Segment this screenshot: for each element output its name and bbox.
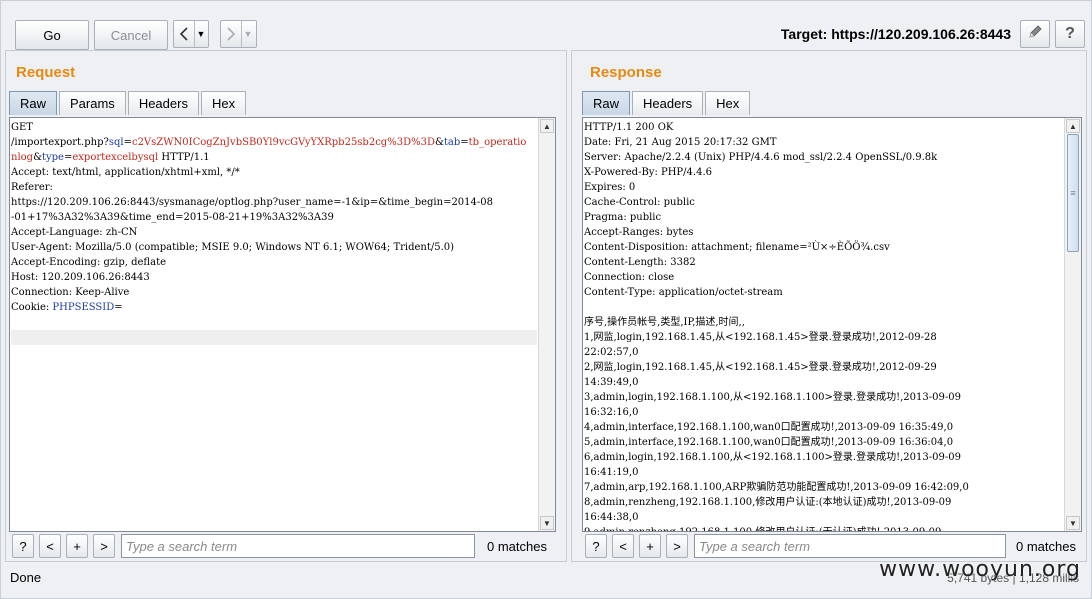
response-matches-count: 0 matches <box>1016 539 1076 554</box>
tab-hex[interactable]: Hex <box>200 91 247 115</box>
response-header-line: Pragma: public <box>584 212 662 223</box>
request-line: Accept: text/html, application/xhtml+xml… <box>11 167 240 178</box>
request-line: Connection: Keep-Alive <box>11 287 130 298</box>
response-panel: Response Raw Headers Hex HTTP/1.1 200 OK… <box>571 50 1087 562</box>
response-header-line: Accept-Ranges: bytes <box>584 227 694 238</box>
response-search-input[interactable] <box>694 534 1006 558</box>
response-header-line: Content-Type: application/octet-stream <box>584 287 783 298</box>
response-title: Response <box>590 64 662 81</box>
request-line: nlog&type=exportexcelbysql HTTP/1.1 <box>11 152 210 163</box>
response-header-line: Connection: close <box>584 272 675 283</box>
chevron-down-icon[interactable]: ▼ <box>241 21 254 47</box>
request-line: Accept-Encoding: gzip, deflate <box>11 257 167 268</box>
response-header-line: Content-Disposition: attachment; filenam… <box>584 242 890 253</box>
tab-raw[interactable]: Raw <box>9 91 58 115</box>
response-body-line: 3,admin,login,192.168.1.100,从<192.168.1.… <box>584 392 961 403</box>
scroll-down-icon[interactable]: ▼ <box>540 516 554 530</box>
scroll-up-icon[interactable]: ▲ <box>540 119 554 133</box>
scroll-down-icon[interactable]: ▼ <box>1066 516 1080 530</box>
search-add-button[interactable]: + <box>66 534 88 558</box>
response-body-line: 4,admin,interface,192.168.1.100,wan0口配置成… <box>584 422 954 433</box>
response-body-line: 8,admin,renzheng,192.168.1.100,修改用户认证:(本… <box>584 497 952 508</box>
request-line: User-Agent: Mozilla/5.0 (compatible; MSI… <box>11 242 455 253</box>
tab-hex[interactable]: Hex <box>705 91 751 115</box>
request-line: Cookie: PHPSESSID= <box>11 302 123 313</box>
chevron-down-icon[interactable]: ▼ <box>194 21 207 47</box>
back-button[interactable]: ▼ <box>173 20 209 48</box>
edit-target-button[interactable] <box>1020 20 1050 48</box>
pencil-icon <box>1027 24 1043 45</box>
target-label: Target: https://120.209.106.26:8443 <box>780 26 1011 42</box>
response-body-line: 9,admin,renzheng,192.168.1.100,修改用户认证:(无… <box>584 525 1063 531</box>
request-line: Host: 120.209.106.26:8443 <box>11 272 150 283</box>
response-header-line: Expires: 0 <box>584 182 636 193</box>
response-editor[interactable]: HTTP/1.1 200 OK Date: Fri, 21 Aug 2015 20… <box>582 117 1082 532</box>
response-header-line: X-Powered-By: PHP/4.4.6 <box>584 167 712 178</box>
request-line: Accept-Language: zh-CN <box>11 227 138 238</box>
search-prev-button[interactable]: < <box>39 534 61 558</box>
response-body-line: 1,网监,login,192.168.1.45,从<192.168.1.45>登… <box>584 332 937 343</box>
search-add-button[interactable]: + <box>639 534 661 558</box>
request-line: Referer: <box>11 182 53 193</box>
caret-line <box>11 330 537 345</box>
response-body-line: 16:41:19,0 <box>584 467 639 478</box>
response-body-line: 16:32:16,0 <box>584 407 639 418</box>
scroll-up-icon[interactable]: ▲ <box>1066 119 1080 133</box>
request-search-bar: ? < + > 0 matches <box>9 534 559 560</box>
chevron-left-icon <box>174 21 194 47</box>
scroll-thumb[interactable]: ≡ <box>1067 134 1079 252</box>
search-next-button[interactable]: > <box>93 534 115 558</box>
response-header-line: Date: Fri, 21 Aug 2015 20:17:32 GMT <box>584 137 777 148</box>
response-body-line: 16:44:38,0 <box>584 512 639 523</box>
response-text[interactable]: HTTP/1.1 200 OK Date: Fri, 21 Aug 2015 20… <box>583 118 1064 531</box>
tab-params[interactable]: Params <box>59 91 126 115</box>
response-body-line: 2,网监,login,192.168.1.45,从<192.168.1.45>登… <box>584 362 937 373</box>
request-tabs: Raw Params Headers Hex <box>9 91 248 115</box>
tab-headers[interactable]: Headers <box>632 91 704 115</box>
response-body-line: 14:39:49,0 <box>584 377 639 388</box>
watermark: www.wooyun.org <box>879 557 1081 582</box>
status-text: Done <box>10 570 42 585</box>
cancel-button[interactable]: Cancel <box>94 20 168 50</box>
help-button[interactable]: ? <box>1055 20 1085 48</box>
response-body-line: 7,admin,arp,192.168.1.100,ARP欺骗防范功能配置成功!… <box>584 482 969 493</box>
response-body-line: 5,admin,interface,192.168.1.100,wan0口配置成… <box>584 437 954 448</box>
search-help-button[interactable]: ? <box>12 534 34 558</box>
request-line: GET <box>11 122 33 133</box>
request-line: /importexport.php?sql=c2VsZWN0ICogZnJvbS… <box>11 137 527 148</box>
request-title: Request <box>16 64 76 81</box>
response-header-line: HTTP/1.1 200 OK <box>584 122 674 133</box>
response-tabs: Raw Headers Hex <box>582 91 752 115</box>
search-help-button[interactable]: ? <box>585 534 607 558</box>
request-line: https://120.209.106.26:8443/sysmanage/op… <box>11 197 494 208</box>
tab-raw[interactable]: Raw <box>582 91 631 115</box>
app-window: Go Cancel ▼ ▼ Target: https://120.209.10… <box>0 0 1092 599</box>
response-body-line: 序号,操作员帐号,类型,IP,描述,时间,, <box>584 317 745 328</box>
response-header-line: Server: Apache/2.2.4 (Unix) PHP/4.4.6 mo… <box>584 152 938 163</box>
response-header-line: Cache-Control: public <box>584 197 695 208</box>
request-panel: Request Raw Params Headers Hex GET/impor… <box>5 50 567 562</box>
search-prev-button[interactable]: < <box>612 534 634 558</box>
response-header-line: Content-Length: 3382 <box>584 257 696 268</box>
request-scrollbar[interactable]: ▲ ▼ <box>538 118 555 531</box>
request-editor[interactable]: GET/importexport.php?sql=c2VsZWN0ICogZnJ… <box>9 117 556 532</box>
go-button[interactable]: Go <box>15 20 89 50</box>
search-next-button[interactable]: > <box>666 534 688 558</box>
forward-button[interactable]: ▼ <box>220 20 257 48</box>
request-line: -01+17%3A32%3A39&time_end=2015-08-21+19%… <box>11 212 334 223</box>
chevron-right-icon <box>221 21 241 47</box>
request-matches-count: 0 matches <box>487 539 547 554</box>
request-text[interactable]: GET/importexport.php?sql=c2VsZWN0ICogZnJ… <box>10 118 538 531</box>
request-search-input[interactable] <box>121 534 475 558</box>
response-scrollbar[interactable]: ▲ ≡ ▼ <box>1064 118 1081 531</box>
response-body-line: 22:02:57,0 <box>584 347 639 358</box>
response-body-line: 6,admin,login,192.168.1.100,从<192.168.1.… <box>584 452 961 463</box>
tab-headers[interactable]: Headers <box>127 91 199 115</box>
help-icon: ? <box>1065 25 1075 42</box>
